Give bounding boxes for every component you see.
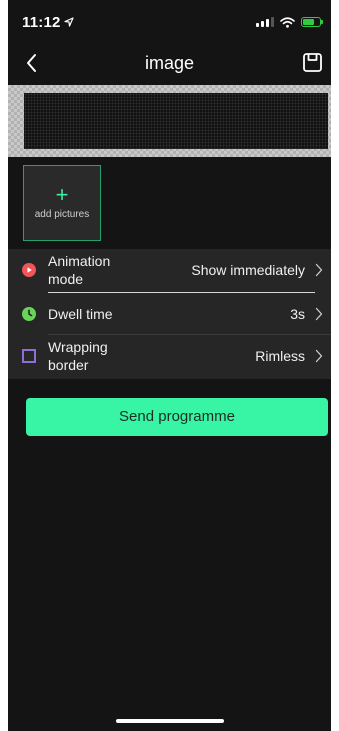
dwell-time-value: 3s bbox=[290, 306, 305, 322]
wrapping-border-label: Wrapping border bbox=[48, 339, 108, 373]
page-title: image bbox=[144, 53, 195, 73]
wrapping-border-value: Rimless bbox=[255, 348, 305, 364]
status-bar: 11:12 bbox=[8, 0, 331, 40]
animation-mode-row[interactable]: Animation mode Show immediately bbox=[8, 249, 331, 293]
play-circle-icon bbox=[22, 263, 36, 277]
chevron-right-icon bbox=[315, 349, 323, 363]
chevron-right-icon bbox=[315, 263, 323, 277]
animation-mode-label: Animation mode bbox=[48, 253, 111, 287]
border-square-icon bbox=[22, 349, 36, 363]
chevron-right-icon bbox=[315, 307, 323, 321]
wifi-icon bbox=[280, 16, 295, 28]
home-indicator bbox=[116, 719, 224, 723]
nav-bar: image bbox=[8, 44, 331, 84]
add-pictures-button[interactable]: + add pictures bbox=[23, 165, 101, 241]
add-pictures-label: add pictures bbox=[34, 209, 90, 220]
animation-mode-value: Show immediately bbox=[191, 262, 305, 278]
plus-icon: + bbox=[55, 182, 69, 207]
location-arrow-icon bbox=[64, 17, 74, 27]
wrapping-border-row[interactable]: Wrapping border Rimless bbox=[8, 335, 331, 379]
battery-icon bbox=[301, 17, 323, 27]
status-time: 11:12 bbox=[22, 14, 61, 31]
clock-icon bbox=[22, 307, 36, 321]
status-indicators bbox=[256, 15, 323, 29]
led-preview-matrix bbox=[24, 93, 328, 149]
dwell-time-label: Dwell time bbox=[48, 306, 113, 322]
save-icon[interactable] bbox=[301, 51, 325, 75]
send-programme-button[interactable]: Send programme bbox=[26, 398, 328, 436]
signal-icon bbox=[256, 17, 274, 27]
led-preview-frame bbox=[8, 85, 331, 157]
dwell-time-row[interactable]: Dwell time 3s bbox=[8, 293, 331, 335]
settings-list: Animation mode Show immediately Dwell ti… bbox=[8, 249, 331, 379]
screen: 11:12 image + add pictures Animation mod… bbox=[8, 0, 331, 731]
